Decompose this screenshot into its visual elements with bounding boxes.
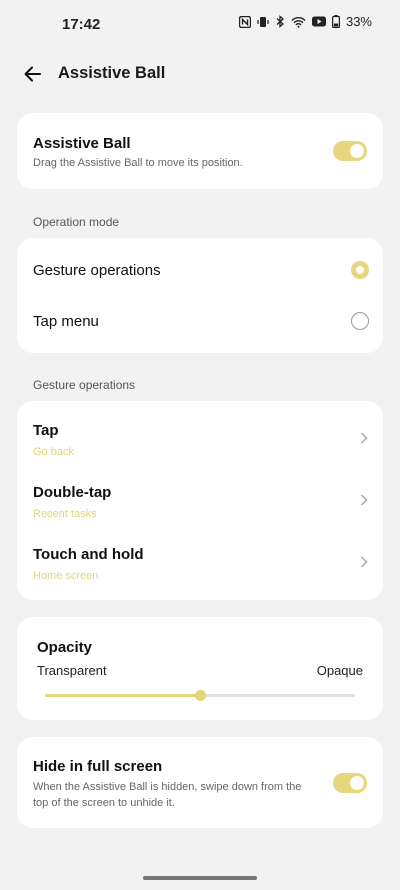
hide-full-screen-subtitle: When the Assistive Ball is hidden, swipe… [33, 781, 302, 809]
gesture-operations-label: Gesture operations [33, 378, 136, 392]
gesture-item-touch-and-hold[interactable]: Touch and hold Home screen [17, 529, 383, 600]
gesture-item-value: Home screen [33, 570, 99, 582]
hide-full-screen-toggle[interactable] [333, 773, 367, 793]
wifi-icon [291, 16, 306, 28]
nfc-icon [238, 15, 251, 28]
opacity-slider[interactable] [45, 690, 355, 701]
battery-icon [331, 15, 340, 28]
status-time: 17:42 [62, 16, 101, 33]
option-tap-menu-label: Tap menu [33, 313, 99, 330]
assistive-ball-title: Assistive Ball [33, 135, 131, 152]
gesture-item-double-tap[interactable]: Double-tap Recent tasks [17, 467, 383, 529]
chevron-right-icon [360, 494, 368, 506]
battery-percent: 33% [345, 14, 372, 29]
opacity-slider-thumb[interactable] [195, 690, 206, 701]
opacity-min-label: Transparent [37, 663, 107, 678]
operation-mode-card: Gesture operations Tap menu [17, 238, 383, 353]
gesture-operations-card: Tap Go back Double-tap Recent tasks Touc… [17, 401, 383, 600]
gesture-item-title: Tap [33, 422, 59, 439]
gesture-operations-radio[interactable] [351, 261, 369, 279]
tap-menu-radio[interactable] [351, 312, 369, 330]
assistive-ball-card[interactable]: Assistive Ball Drag the Assistive Ball t… [17, 113, 383, 189]
home-indicator[interactable] [143, 876, 257, 880]
hide-full-screen-title: Hide in full screen [33, 758, 163, 775]
chevron-right-icon [360, 556, 368, 568]
toggle-knob [350, 144, 364, 158]
opacity-title: Opacity [37, 639, 93, 656]
page-title: Assistive Ball [58, 64, 166, 82]
vibrate-icon [257, 16, 269, 28]
gesture-item-title: Double-tap [33, 484, 112, 501]
gesture-item-title: Touch and hold [33, 546, 144, 563]
app-bar: Assistive Ball [0, 52, 400, 96]
assistive-ball-toggle[interactable] [333, 141, 367, 161]
gesture-item-value: Go back [33, 446, 74, 458]
back-arrow-icon[interactable] [20, 61, 46, 87]
bluetooth-icon [275, 15, 285, 28]
status-bar: 17:42 33% [0, 0, 400, 48]
opacity-max-label: Opaque [316, 663, 363, 678]
youtube-icon [311, 16, 326, 27]
option-tap-menu[interactable]: Tap menu [17, 295, 383, 353]
option-gesture-operations-label: Gesture operations [33, 262, 161, 279]
toggle-knob [350, 776, 364, 790]
status-icons: 33% [238, 14, 372, 29]
gesture-item-value: Recent tasks [33, 508, 97, 520]
assistive-ball-subtitle: Drag the Assistive Ball to move its posi… [33, 157, 243, 169]
option-gesture-operations[interactable]: Gesture operations [17, 238, 383, 295]
opacity-card: Opacity Transparent Opaque [17, 617, 383, 720]
hide-full-screen-card[interactable]: Hide in full screen When the Assistive B… [17, 737, 383, 828]
gesture-item-tap[interactable]: Tap Go back [17, 401, 383, 467]
opacity-slider-fill [45, 694, 200, 697]
chevron-right-icon [360, 432, 368, 444]
operation-mode-label: Operation mode [33, 215, 120, 229]
